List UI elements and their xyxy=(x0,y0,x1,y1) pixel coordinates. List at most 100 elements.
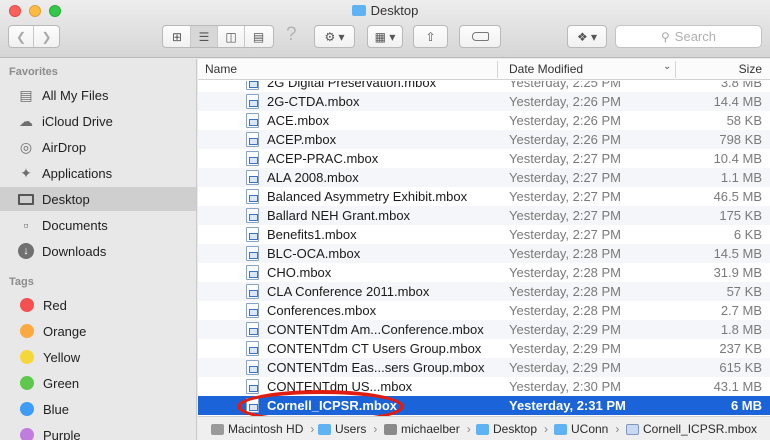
column-name-header[interactable]: Name xyxy=(205,62,237,76)
path-item-cornell-icpsr[interactable]: Cornell_ICPSR.mbox xyxy=(626,422,757,436)
mbox-file-icon xyxy=(246,360,259,375)
mbox-file-icon xyxy=(246,208,259,223)
sidebar-item-airdrop[interactable]: ◎ AirDrop xyxy=(0,135,196,159)
applications-icon: ✦ xyxy=(20,164,32,181)
file-size: 46.5 MB xyxy=(713,189,762,204)
table-row[interactable]: ACEP-PRAC.mbox Yesterday, 2:27 PM 10.4 M… xyxy=(198,149,770,168)
sidebar-item-icloud-drive[interactable]: ☁ iCloud Drive xyxy=(0,109,196,133)
chevron-right-icon: › xyxy=(615,422,620,436)
chevron-right-icon: ❯ xyxy=(41,29,52,44)
arrange-menu-button[interactable]: ▦ ▾ xyxy=(367,25,403,48)
table-row[interactable]: Conferences.mbox Yesterday, 2:28 PM 2.7 … xyxy=(198,301,770,320)
column-size-header[interactable]: Size xyxy=(739,62,762,76)
table-row[interactable]: CONTENTdm CT Users Group.mbox Yesterday,… xyxy=(198,339,770,358)
column-divider[interactable] xyxy=(497,61,498,78)
forward-button[interactable]: ❯ xyxy=(34,26,59,47)
sidebar-tag-red[interactable]: Red xyxy=(0,293,196,317)
table-row[interactable]: ALA 2008.mbox Yesterday, 2:27 PM 1.1 MB xyxy=(198,168,770,187)
sidebar-item-label: Applications xyxy=(42,165,113,181)
table-row[interactable]: ACEP.mbox Yesterday, 2:26 PM 798 KB xyxy=(198,130,770,149)
sidebar-item-documents[interactable]: ▫ Documents xyxy=(0,213,196,237)
path-item-desktop[interactable]: Desktop › xyxy=(476,422,548,436)
mbox-file-icon xyxy=(246,265,259,280)
list-view-button[interactable]: ☰ xyxy=(191,26,218,47)
path-item-home[interactable]: michaelber › xyxy=(384,422,471,436)
mbox-file-icon xyxy=(246,398,259,413)
sidebar-item-downloads[interactable]: ↓ Downloads xyxy=(0,239,196,263)
share-icon: ⇧ xyxy=(425,29,436,44)
file-date: Yesterday, 2:29 PM xyxy=(509,360,622,375)
sidebar-item-desktop[interactable]: Desktop xyxy=(0,187,196,211)
file-size: 14.5 MB xyxy=(713,246,762,261)
back-button[interactable]: ❮ xyxy=(9,26,34,47)
sidebar-tag-orange[interactable]: Orange xyxy=(0,319,196,343)
coverflow-view-button[interactable]: ▤ xyxy=(245,26,272,47)
table-row[interactable]: 2G Digital Preservation.mbox Yesterday, … xyxy=(198,81,770,92)
yellow-tag-icon xyxy=(20,350,34,364)
chevron-right-icon: › xyxy=(466,422,471,436)
search-input[interactable]: ⚲ Search xyxy=(615,25,762,48)
window-title: Desktop xyxy=(0,3,770,18)
path-label: Desktop xyxy=(493,422,538,436)
purple-tag-icon xyxy=(20,428,34,440)
chevron-right-icon: › xyxy=(544,422,549,436)
mbox-file-icon xyxy=(246,322,259,337)
table-row[interactable]: CHO.mbox Yesterday, 2:28 PM 31.9 MB xyxy=(198,263,770,282)
path-item-uconn[interactable]: UConn › xyxy=(554,422,619,436)
favorites-heading: Favorites xyxy=(9,66,58,78)
path-item-users[interactable]: Users › xyxy=(318,422,377,436)
sidebar-tag-purple[interactable]: Purple xyxy=(0,423,196,440)
column-divider[interactable] xyxy=(675,61,676,78)
file-name: 2G Digital Preservation.mbox xyxy=(267,81,437,90)
red-tag-icon xyxy=(20,298,34,312)
window-title-text: Desktop xyxy=(370,3,419,18)
mbox-file-icon xyxy=(246,132,259,147)
coverflow-icon: ▤ xyxy=(252,29,265,44)
mbox-file-icon xyxy=(246,303,259,318)
table-row[interactable]: BLC-OCA.mbox Yesterday, 2:28 PM 14.5 MB xyxy=(198,244,770,263)
file-name: Benefits1.mbox xyxy=(267,227,357,242)
tags-button[interactable] xyxy=(459,25,501,48)
file-date: Yesterday, 2:26 PM xyxy=(509,132,622,147)
table-row[interactable]: Benefits1.mbox Yesterday, 2:27 PM 6 KB xyxy=(198,225,770,244)
file-date: Yesterday, 2:29 PM xyxy=(509,322,622,337)
dropbox-menu-button[interactable]: ❖ ▾ xyxy=(567,25,607,48)
table-row[interactable]: CONTENTdm Am...Conference.mbox Yesterday… xyxy=(198,320,770,339)
sidebar-item-label: Documents xyxy=(42,217,108,233)
file-name: 2G-CTDA.mbox xyxy=(267,94,360,109)
share-button[interactable]: ⇧ xyxy=(413,25,448,48)
folder-icon xyxy=(318,423,331,435)
mbox-icon xyxy=(626,423,639,435)
table-row[interactable]: CONTENTdm Eas...sers Group.mbox Yesterda… xyxy=(198,358,770,377)
table-row[interactable]: ACE.mbox Yesterday, 2:26 PM 58 KB xyxy=(198,111,770,130)
list-icon: ☰ xyxy=(198,29,210,44)
file-date: Yesterday, 2:28 PM xyxy=(509,246,622,261)
icon-view-button[interactable]: ⊞ xyxy=(164,26,191,47)
sidebar-tag-green[interactable]: Green xyxy=(0,371,196,395)
path-item-macintosh-hd[interactable]: Macintosh HD › xyxy=(211,422,314,436)
file-date: Yesterday, 2:28 PM xyxy=(509,284,622,299)
file-date: Yesterday, 2:27 PM xyxy=(509,151,622,166)
sidebar-item-applications[interactable]: ✦ Applications xyxy=(0,161,196,185)
table-row[interactable]: CONTENTdm US...mbox Yesterday, 2:30 PM 4… xyxy=(198,377,770,396)
sidebar-item-all-my-files[interactable]: ▤ All My Files xyxy=(0,83,196,107)
grid-icon: ⊞ xyxy=(171,29,183,44)
all-files-icon: ▤ xyxy=(19,86,33,103)
sidebar-tag-blue[interactable]: Blue xyxy=(0,397,196,421)
action-menu-button[interactable]: ⚙ ▾ xyxy=(314,25,355,48)
table-row[interactable]: Ballard NEH Grant.mbox Yesterday, 2:27 P… xyxy=(198,206,770,225)
search-icon: ⚲ xyxy=(661,29,670,44)
file-size: 237 KB xyxy=(719,341,762,356)
question-icon[interactable]: ? xyxy=(286,24,297,46)
column-view-button[interactable]: ◫ xyxy=(218,26,245,47)
table-row[interactable]: Balanced Asymmetry Exhibit.mbox Yesterda… xyxy=(198,187,770,206)
table-row-selected[interactable]: Cornell_ICPSR.mbox Yesterday, 2:31 PM 6 … xyxy=(198,396,770,415)
table-row[interactable]: 2G-CTDA.mbox Yesterday, 2:26 PM 14.4 MB xyxy=(198,92,770,111)
file-name: CONTENTdm US...mbox xyxy=(267,379,413,394)
table-row[interactable]: CLA Conference 2011.mbox Yesterday, 2:28… xyxy=(198,282,770,301)
sidebar-tag-yellow[interactable]: Yellow xyxy=(0,345,196,369)
column-date-header[interactable]: Date Modified xyxy=(509,62,583,76)
airdrop-icon: ◎ xyxy=(19,138,33,155)
file-size: 6 KB xyxy=(733,227,762,242)
file-size: 1.1 MB xyxy=(720,170,762,185)
